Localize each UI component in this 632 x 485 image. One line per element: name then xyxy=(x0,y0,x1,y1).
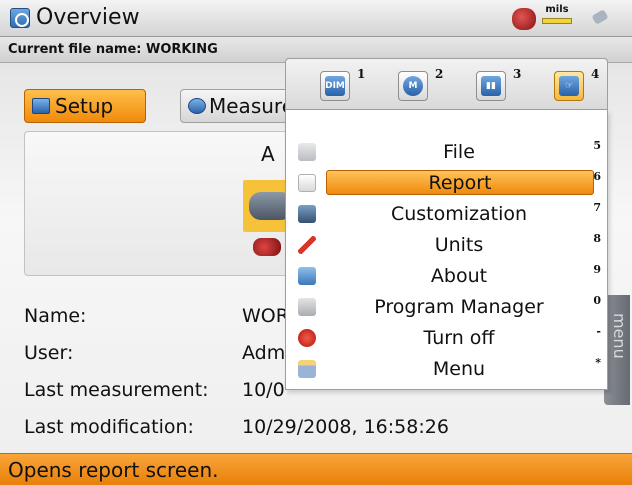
title-bar: Overview mils xyxy=(0,0,632,37)
menu-tab-strip: DIM 1 M 2 ▮▮ 3 ☞ 4 xyxy=(285,58,608,110)
side-tab-label: menu xyxy=(610,313,629,359)
menu-item-key: 0 xyxy=(593,294,601,307)
info-label: Last measurement: xyxy=(24,379,209,401)
measure-circle-icon xyxy=(188,98,206,114)
tab-number: 1 xyxy=(357,67,366,81)
power-icon xyxy=(298,329,316,347)
units-ruler-icon xyxy=(542,18,572,24)
info-name-row: Name: WOR xyxy=(24,305,289,327)
menu-item-key: * xyxy=(595,356,601,369)
menu-item-key: 9 xyxy=(593,263,601,276)
menu-item-file[interactable]: File 5 xyxy=(286,137,607,168)
tab-dim[interactable]: DIM xyxy=(320,71,350,101)
measure-button[interactable]: Measure xyxy=(180,89,290,123)
coupling-icon: ▮▮ xyxy=(481,76,501,96)
setup-button[interactable]: Setup xyxy=(24,89,146,123)
info-value: 10/29/2008, 16:58:26 xyxy=(242,416,449,438)
units-thermometer-icon xyxy=(298,236,316,254)
measure-circle-icon: M xyxy=(403,76,423,96)
menu-item-label: Units xyxy=(434,234,484,256)
file-icon xyxy=(298,143,316,161)
page-title: Overview xyxy=(36,5,140,30)
customization-icon xyxy=(298,205,316,223)
menu-item-label: File xyxy=(443,141,475,163)
menu-item-label: Program Manager xyxy=(374,296,544,318)
info-user-row: User: Adm xyxy=(24,342,285,364)
menu-item-key: 8 xyxy=(593,232,601,245)
menu-item-program-manager[interactable]: Program Manager 0 xyxy=(286,292,607,323)
menu-item-turn-off[interactable]: Turn off - xyxy=(286,323,607,354)
units-indicator[interactable]: mils xyxy=(540,4,574,32)
power-plug-icon xyxy=(590,8,612,28)
dim-icon: DIM xyxy=(325,76,345,96)
motor-badge-icon xyxy=(253,238,281,256)
info-value: WOR xyxy=(242,305,289,327)
current-file-name: Current file name: WORKING xyxy=(8,42,218,57)
tab-coupling[interactable]: ▮▮ xyxy=(476,71,506,101)
menu-item-label: Report xyxy=(326,170,594,195)
menu-item-key: 6 xyxy=(593,170,601,183)
info-value: Adm xyxy=(242,342,286,364)
tab-number: 2 xyxy=(435,67,444,81)
setup-label: Setup xyxy=(55,94,114,118)
overview-icon xyxy=(10,8,30,28)
measure-label: Measure xyxy=(209,94,290,118)
menu-item-key: 7 xyxy=(593,201,601,214)
info-label: Last modification: xyxy=(24,416,194,438)
menu-item-key: 5 xyxy=(593,139,601,152)
units-label: mils xyxy=(545,4,569,15)
menu-item-report[interactable]: Report 6 xyxy=(286,168,607,199)
menu-item-key: - xyxy=(596,325,601,338)
menu-item-label: Menu xyxy=(432,358,486,380)
menu-popup: File 5 Report 6 Customization 7 Units 8 … xyxy=(285,110,608,390)
status-text: Opens report screen. xyxy=(8,458,219,482)
menu-item-customization[interactable]: Customization 7 xyxy=(286,199,607,230)
motor-status-icon xyxy=(512,8,536,30)
tab-number: 4 xyxy=(591,67,600,81)
menu-item-menu[interactable]: Menu * xyxy=(286,354,607,385)
tab-menu[interactable]: ☞ xyxy=(554,71,584,101)
info-last-measurement-row: Last measurement: 10/0 xyxy=(24,379,285,401)
machine-preview[interactable]: A xyxy=(24,131,324,276)
menu-item-units[interactable]: Units 8 xyxy=(286,230,607,261)
status-bar: Opens report screen. xyxy=(0,453,632,485)
dim-icon xyxy=(32,98,50,114)
info-label: User: xyxy=(24,342,74,364)
program-manager-icon xyxy=(298,298,316,316)
info-label: Name: xyxy=(24,305,87,327)
menu-item-label: Customization xyxy=(390,203,528,225)
menu-icon xyxy=(298,360,316,378)
preview-letter: A xyxy=(261,142,275,166)
info-last-modification-row: Last modification: 10/29/2008, 16:58:26 xyxy=(24,416,449,438)
tab-measure[interactable]: M xyxy=(398,71,428,101)
info-value: 10/0 xyxy=(242,379,285,401)
menu-item-label: About xyxy=(430,265,488,287)
menu-item-about[interactable]: About 9 xyxy=(286,261,607,292)
report-icon xyxy=(298,174,316,192)
about-icon xyxy=(298,267,316,285)
menu-item-label: Turn off xyxy=(423,327,495,349)
hand-menu-icon: ☞ xyxy=(559,76,579,96)
tab-number: 3 xyxy=(513,67,522,81)
